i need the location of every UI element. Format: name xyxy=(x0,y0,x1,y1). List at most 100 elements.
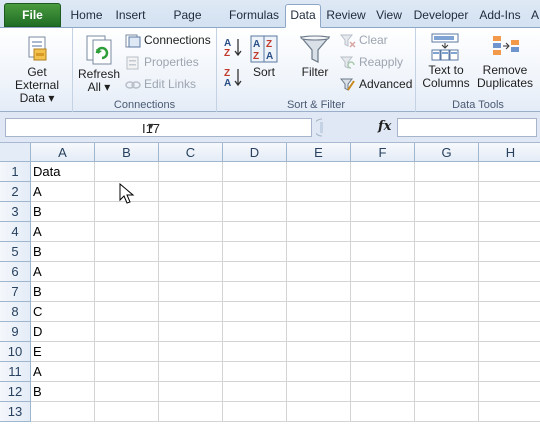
cell[interactable] xyxy=(287,382,351,402)
cell[interactable] xyxy=(287,282,351,302)
advanced-button[interactable]: Advanced xyxy=(340,77,412,92)
cell[interactable] xyxy=(479,302,540,322)
edit-links-button[interactable]: Edit Links xyxy=(125,77,196,92)
tab-file[interactable]: File xyxy=(4,3,61,27)
name-box-dropdown-icon[interactable]: ▼ xyxy=(6,121,296,131)
cell[interactable] xyxy=(95,282,159,302)
cell[interactable] xyxy=(223,362,287,382)
row-header[interactable]: 6 xyxy=(0,262,31,282)
cell[interactable] xyxy=(223,302,287,322)
row-header[interactable]: 3 xyxy=(0,202,31,222)
cell[interactable] xyxy=(95,302,159,322)
tab-view[interactable]: View xyxy=(372,5,406,28)
cell[interactable] xyxy=(223,282,287,302)
reapply-button[interactable]: Reapply xyxy=(340,55,403,70)
cell[interactable] xyxy=(479,202,540,222)
cell[interactable] xyxy=(351,362,415,382)
cell[interactable] xyxy=(95,222,159,242)
cell[interactable] xyxy=(159,402,223,422)
cell[interactable] xyxy=(159,282,223,302)
text-to-columns-button[interactable]: Text to Columns xyxy=(420,32,472,90)
row-header[interactable]: 10 xyxy=(0,342,31,362)
row-header[interactable]: 11 xyxy=(0,362,31,382)
row-header[interactable]: 1 xyxy=(0,162,31,182)
cell[interactable] xyxy=(95,362,159,382)
tab-insert[interactable]: Insert xyxy=(109,5,152,28)
connections-button[interactable]: Connections xyxy=(125,33,211,48)
column-header-f[interactable]: F xyxy=(351,143,415,162)
cell[interactable] xyxy=(415,262,479,282)
tab-data[interactable]: Data xyxy=(285,4,321,28)
cell[interactable] xyxy=(287,322,351,342)
row-header[interactable]: 8 xyxy=(0,302,31,322)
cell[interactable] xyxy=(351,162,415,182)
sort-a-to-z-button[interactable]: A Z xyxy=(223,36,243,61)
tab-overflow[interactable]: A xyxy=(528,5,540,28)
column-header-d[interactable]: D xyxy=(223,143,287,162)
cell-a[interactable]: A xyxy=(31,222,95,242)
cell[interactable] xyxy=(479,242,540,262)
cell[interactable] xyxy=(287,302,351,322)
cell[interactable] xyxy=(287,402,351,422)
cell[interactable] xyxy=(287,342,351,362)
cell[interactable] xyxy=(159,242,223,262)
properties-button[interactable]: Properties xyxy=(125,55,199,70)
cell[interactable] xyxy=(287,182,351,202)
cell-a[interactable]: B xyxy=(31,382,95,402)
cell[interactable] xyxy=(159,342,223,362)
cell[interactable] xyxy=(159,202,223,222)
cell[interactable] xyxy=(351,322,415,342)
formula-input[interactable] xyxy=(397,118,537,137)
cell[interactable] xyxy=(351,222,415,242)
name-box[interactable]: I17 ▼ xyxy=(5,118,312,137)
tab-home[interactable]: Home xyxy=(66,5,107,28)
tab-developer[interactable]: Developer xyxy=(410,5,472,28)
select-all-corner[interactable] xyxy=(0,143,31,162)
cell[interactable] xyxy=(159,222,223,242)
clear-button[interactable]: Clear xyxy=(340,33,388,48)
cell-a[interactable]: Data xyxy=(31,162,95,182)
cell-a[interactable]: B xyxy=(31,202,95,222)
column-header-g[interactable]: G xyxy=(415,143,479,162)
cell[interactable] xyxy=(223,162,287,182)
cell-a[interactable]: C xyxy=(31,302,95,322)
row-header[interactable]: 12 xyxy=(0,382,31,402)
cell-a[interactable] xyxy=(31,402,95,422)
row-header[interactable]: 7 xyxy=(0,282,31,302)
cell[interactable] xyxy=(479,262,540,282)
cell[interactable] xyxy=(351,182,415,202)
row-header[interactable]: 13 xyxy=(0,402,31,422)
column-header-h[interactable]: H xyxy=(479,143,540,162)
tab-review[interactable]: Review xyxy=(324,5,368,28)
cell[interactable] xyxy=(479,362,540,382)
cell[interactable] xyxy=(159,262,223,282)
cell[interactable] xyxy=(287,222,351,242)
cell[interactable] xyxy=(159,162,223,182)
refresh-all-button[interactable]: Refresh All ▾ xyxy=(77,34,121,94)
insert-function-button[interactable]: fx xyxy=(378,119,391,134)
column-header-b[interactable]: B xyxy=(95,143,159,162)
cell[interactable] xyxy=(223,322,287,342)
cell[interactable] xyxy=(415,222,479,242)
cell[interactable] xyxy=(287,162,351,182)
cell-a[interactable]: E xyxy=(31,342,95,362)
sort-button[interactable]: A Z Z A Sort xyxy=(247,34,281,79)
cell[interactable] xyxy=(351,382,415,402)
get-external-data-button[interactable]: Get External Data ▾ xyxy=(4,34,70,105)
cell-a[interactable]: B xyxy=(31,242,95,262)
cell-a[interactable]: B xyxy=(31,282,95,302)
cell[interactable] xyxy=(351,342,415,362)
cell[interactable] xyxy=(415,362,479,382)
cell[interactable] xyxy=(95,342,159,362)
cell[interactable] xyxy=(415,182,479,202)
row-header[interactable]: 4 xyxy=(0,222,31,242)
cell[interactable] xyxy=(479,342,540,362)
cell[interactable] xyxy=(351,202,415,222)
cell-a[interactable]: A xyxy=(31,182,95,202)
cell[interactable] xyxy=(351,262,415,282)
cell[interactable] xyxy=(223,182,287,202)
cell[interactable] xyxy=(223,242,287,262)
cell[interactable] xyxy=(479,282,540,302)
cell[interactable] xyxy=(479,162,540,182)
cell[interactable] xyxy=(415,202,479,222)
